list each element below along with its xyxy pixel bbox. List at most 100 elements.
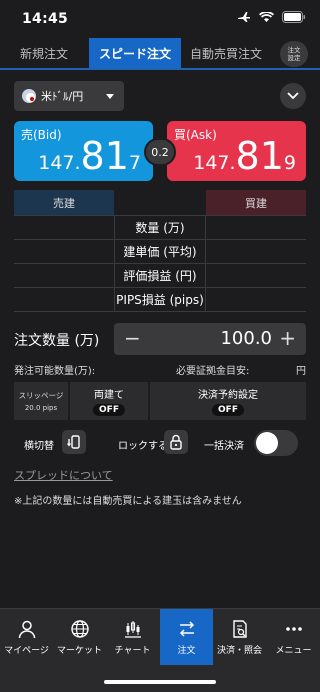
nav-chart-label: チャート (114, 646, 151, 656)
nav-settlement-label: 決済・照会 (216, 646, 262, 656)
nav-chart[interactable]: チャート (106, 609, 159, 665)
buy-value-cell (206, 216, 306, 239)
order-settings-label: 注文 設定 (287, 46, 301, 62)
slippage-setting[interactable]: スリッページ 20.0 pips (14, 382, 68, 420)
quantity-note: ※上記の数量には自動売買による建玉は含みません (14, 496, 242, 507)
expand-button[interactable] (280, 83, 306, 109)
order-tabs: 新規注文 スピード注文 自動売買注文 注文 設定 (0, 38, 320, 70)
margin-info: 発注可能数量(万): 必要証拠金目安: 円 (14, 362, 306, 377)
position-header-spacer (114, 190, 206, 215)
nav-order-label: 注文 (177, 646, 196, 656)
status-icons (237, 11, 306, 23)
row-label-avg-price: 建単価 (平均) (114, 240, 206, 263)
row-label-quantity: 数量 (万) (114, 216, 206, 239)
table-row: 評価損益 (円) (14, 264, 306, 288)
row-label-pnl-yen: 評価損益 (円) (114, 264, 206, 287)
nav-order[interactable]: 注文 (160, 609, 213, 665)
decrease-button[interactable]: − (124, 326, 141, 350)
bulk-settle-switch[interactable] (254, 430, 298, 456)
toggle-row: 横切替 ロックする 一括決済 (14, 428, 306, 458)
row-label-pnl-pips: PIPS損益 (pips) (114, 288, 206, 311)
document-search-icon (232, 620, 247, 638)
required-margin-label: 必要証拠金目安: (176, 366, 250, 377)
sell-value-cell (14, 288, 114, 311)
bid-price-tail: 7 (128, 152, 141, 174)
order-settings-button[interactable]: 注文 設定 (280, 41, 308, 67)
lock-label: ロックする (118, 441, 168, 452)
ask-price-prefix: 147. (193, 152, 236, 174)
globe-icon (70, 620, 89, 638)
ask-price: 147. 81 9 (193, 137, 296, 175)
settlement-reservation-toggle[interactable]: OFF (212, 404, 244, 416)
home-indicator (104, 680, 216, 684)
bulk-settle-label: 一括決済 (204, 441, 244, 452)
slippage-label: スリッページ (18, 391, 64, 400)
caret-down-icon (106, 94, 114, 99)
order-quantity-value[interactable]: 100.0 (220, 328, 272, 349)
nav-menu[interactable]: メニュー (267, 609, 320, 665)
nav-mypage[interactable]: マイページ (0, 609, 53, 665)
sell-value-cell (14, 216, 114, 239)
lock-button[interactable] (164, 430, 188, 454)
hedge-setting[interactable]: 両建て OFF (70, 382, 148, 420)
rotate-phone-icon (67, 435, 80, 449)
person-icon (18, 620, 35, 639)
tab-auto-trade-order[interactable]: 自動売買注文 (182, 38, 270, 68)
hedge-toggle[interactable]: OFF (93, 404, 125, 416)
rotate-button[interactable] (62, 430, 86, 454)
ask-price-tail: 9 (283, 152, 296, 174)
wifi-icon (259, 11, 274, 22)
candlestick-chart-icon (124, 621, 141, 638)
bid-price-main: 81 (80, 134, 129, 178)
rotate-label: 横切替 (24, 441, 54, 452)
table-row: 建単価 (平均) (14, 240, 306, 264)
buy-ask-button[interactable]: 買(Ask) 147. 81 9 (167, 121, 306, 181)
sell-position-header: 売建 (14, 190, 114, 215)
sell-value-cell (14, 264, 114, 287)
table-row: PIPS損益 (pips) (14, 288, 306, 312)
spread-badge: 0.2 (144, 138, 176, 166)
settlement-reservation-label: 決済予約設定 (198, 390, 258, 401)
buy-value-cell (206, 264, 306, 287)
position-header-row: 売建 買建 (14, 190, 306, 216)
buy-value-cell (206, 240, 306, 263)
sell-bid-button[interactable]: 売(Bid) 147. 81 7 (14, 121, 153, 181)
sell-value-cell (14, 240, 114, 263)
chevron-down-icon (287, 92, 299, 100)
bid-price-prefix: 147. (38, 152, 81, 174)
buy-position-header: 買建 (206, 190, 306, 215)
hedge-label: 両建て (94, 390, 124, 401)
required-margin-unit: 円 (296, 366, 306, 377)
nav-menu-label: メニュー (275, 646, 312, 656)
available-quantity-label: 発注可能数量(万): (14, 366, 96, 377)
tab-speed-order[interactable]: スピード注文 (89, 38, 181, 68)
slippage-value: 20.0 pips (24, 404, 58, 412)
ask-price-main: 81 (235, 134, 284, 178)
order-quantity-stepper[interactable]: − 100.0 + (114, 323, 306, 355)
buy-value-cell (206, 288, 306, 311)
tab-new-order[interactable]: 新規注文 (0, 38, 88, 68)
nav-settlement[interactable]: 決済・照会 (213, 609, 266, 665)
status-time: 14:45 (22, 11, 69, 27)
lock-icon (170, 434, 182, 450)
spread-info-link[interactable]: スプレッドについて (14, 467, 113, 483)
order-options-row: スリッページ 20.0 pips 両建て OFF 決済予約設定 OFF (14, 382, 306, 420)
nav-market[interactable]: マーケット (53, 609, 106, 665)
currency-pair-select[interactable]: 米ﾄﾞﾙ/円 (14, 81, 124, 111)
bid-price: 147. 81 7 (38, 137, 141, 175)
increase-button[interactable]: + (279, 326, 296, 350)
more-dots-icon (285, 627, 302, 631)
position-table: 売建 買建 数量 (万) 建単価 (平均) 評価損益 (円) PIPS損益 (p… (14, 190, 306, 312)
table-row: 数量 (万) (14, 216, 306, 240)
currency-pair-label: 米ﾄﾞﾙ/円 (41, 90, 84, 103)
us-jp-flag-icon (22, 89, 36, 103)
order-quantity-label: 注文数量 (万) (14, 333, 100, 349)
switch-knob (256, 432, 278, 454)
settlement-reservation-setting[interactable]: 決済予約設定 OFF (150, 382, 306, 420)
nav-market-label: マーケット (56, 646, 102, 656)
battery-icon (282, 11, 306, 23)
nav-mypage-label: マイページ (4, 646, 49, 656)
exchange-arrows-icon (179, 621, 194, 637)
status-bar: 14:45 (0, 0, 320, 38)
airplane-icon (238, 12, 250, 22)
